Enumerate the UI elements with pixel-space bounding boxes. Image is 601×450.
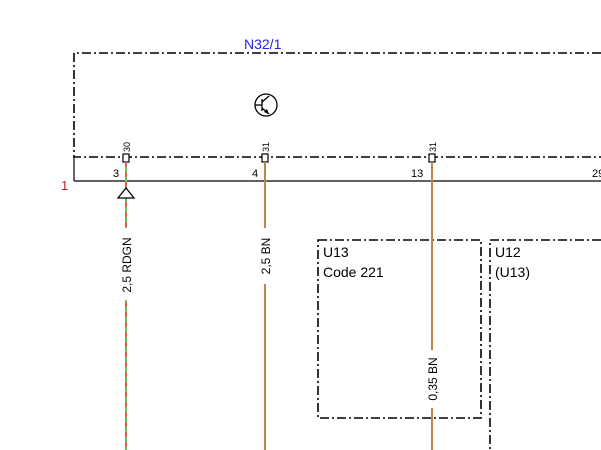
component-box-outline [73,52,601,158]
transistor-symbol-icon [254,93,278,117]
pin-marker[interactable]: 31 [428,142,438,163]
zone-u12[interactable]: U12 (U13) [489,239,601,450]
wiring-diagram: N32/1 30 31 31 1 3 4 13 29 [61,36,601,450]
zone-subtitle: (U13) [495,264,530,280]
wire-bn-thin[interactable]: 0,35 BN [425,162,440,450]
connector-position: 4 [252,168,258,180]
connector-strip[interactable]: 1 3 4 13 29 [61,157,601,193]
connector-position: 29 [592,168,601,180]
pin-number: 31 [261,142,271,152]
pin-marker[interactable]: 30 [122,142,132,163]
pin-marker[interactable]: 31 [261,142,271,163]
wire-label: 2,5 BN [259,238,273,275]
connector-position: 3 [113,168,119,180]
zone-subtitle: Code 221 [323,264,384,280]
pin-number: 31 [428,142,438,152]
zone-u13[interactable]: U13 Code 221 [317,239,482,419]
wire-rdgn[interactable]: 2,5 RDGN [116,162,136,450]
component-label: N32/1 [244,36,282,52]
wire-label: 0,35 BN [426,357,440,400]
component-n32-1[interactable]: N32/1 30 31 31 [73,36,601,163]
pin-number: 30 [122,142,132,152]
wire-label: 2,5 RDGN [120,237,134,292]
connector-row-label: 1 [61,178,68,193]
ground-triangle-icon [116,186,136,199]
connector-position: 13 [411,168,423,180]
wire-bn[interactable]: 2,5 BN [258,162,273,450]
zone-title: U12 [495,244,521,260]
zone-title: U13 [323,244,349,260]
